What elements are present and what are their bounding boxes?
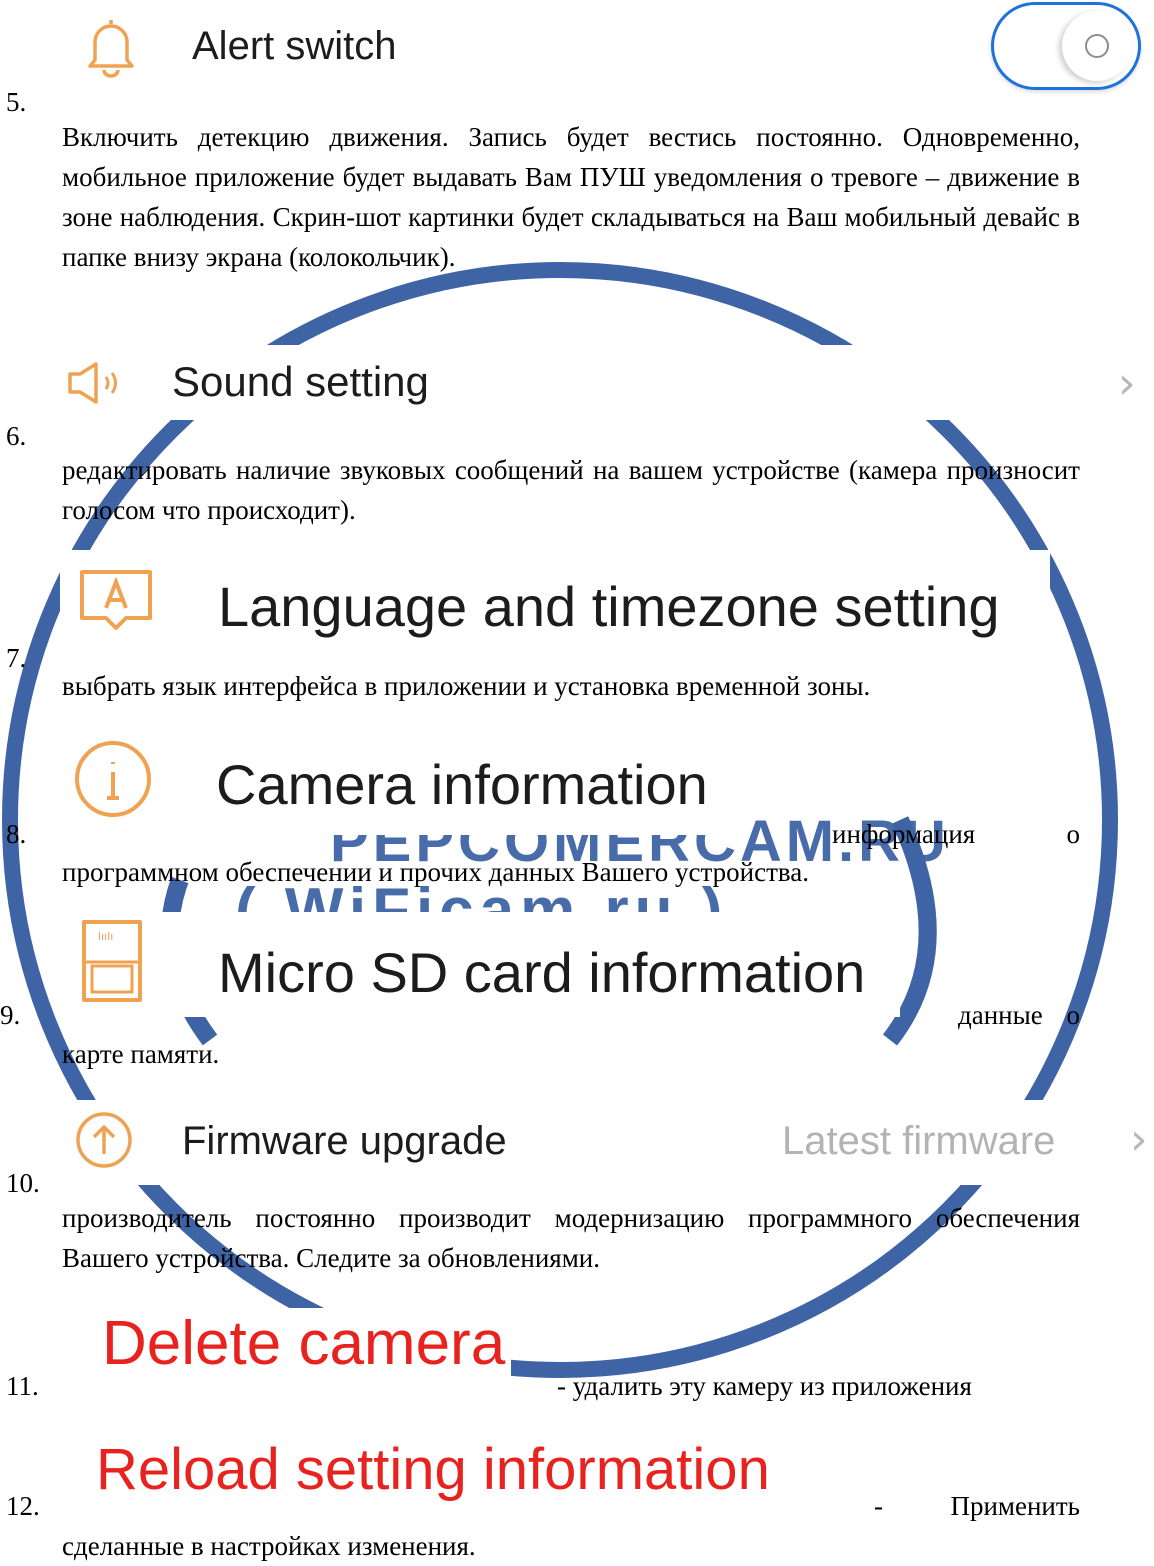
item-number-10: 10. — [6, 1168, 40, 1198]
delete-camera-button[interactable]: Delete camera — [96, 1308, 512, 1379]
svg-text:lıılı: lıılı — [98, 930, 113, 943]
alert-toggle[interactable] — [991, 2, 1141, 90]
firmware-status: Latest firmware — [782, 1119, 1064, 1164]
upgrade-arrow-icon — [76, 1112, 132, 1168]
item-5-text: Включить детекцию движения. Запись будет… — [62, 122, 1080, 272]
item-number-7: 7. — [6, 643, 27, 673]
item-9-text: карте памяти. — [62, 1039, 220, 1069]
item-number-8: 8. — [6, 819, 27, 849]
bell-icon — [88, 20, 134, 78]
reload-setting-button[interactable]: Reload setting information — [90, 1436, 776, 1503]
item-number-11: 11. — [6, 1371, 39, 1401]
item-number-5: 5. — [6, 87, 27, 117]
item-number-6: 6. — [6, 421, 27, 451]
item-8-inline-text: информация о — [832, 819, 1080, 849]
info-icon — [75, 741, 151, 817]
item-7-text: выбрать язык интерфейса в приложении и у… — [62, 666, 1080, 706]
toggle-knob — [1062, 11, 1132, 81]
sd-card-icon: lıılı — [82, 920, 142, 1002]
item-9-inline-text: данные о — [958, 1000, 1080, 1030]
item-12-text: сделанные в настройках изменения. — [62, 1531, 476, 1561]
language-icon — [80, 570, 152, 630]
firmware-label: Firmware upgrade — [182, 1119, 515, 1164]
speaker-icon — [68, 362, 117, 404]
item-8-text: программном обеспечении и прочих данных … — [62, 857, 810, 887]
item-number-9: 9. — [0, 1000, 21, 1030]
camera-information-label: Camera information — [216, 752, 716, 817]
item-6-text: редактировать наличие звуковых сообщений… — [62, 455, 1080, 525]
sound-setting-label: Sound setting — [172, 358, 437, 406]
item-10-text: производитель постоянно производит модер… — [62, 1203, 1080, 1273]
item-number-12: 12. — [6, 1491, 40, 1521]
item-11-text: - удалить эту камеру из приложения — [557, 1371, 972, 1401]
chevron-right-icon[interactable]: › — [1118, 358, 1136, 409]
sd-card-label: Micro SD card information — [218, 940, 874, 1005]
item-12-inline-text: - Применить — [874, 1491, 1080, 1521]
chevron-right-icon[interactable]: › — [1130, 1114, 1148, 1165]
language-label: Language and timezone setting — [218, 574, 1008, 639]
alert-switch-label: Alert switch — [192, 24, 405, 69]
